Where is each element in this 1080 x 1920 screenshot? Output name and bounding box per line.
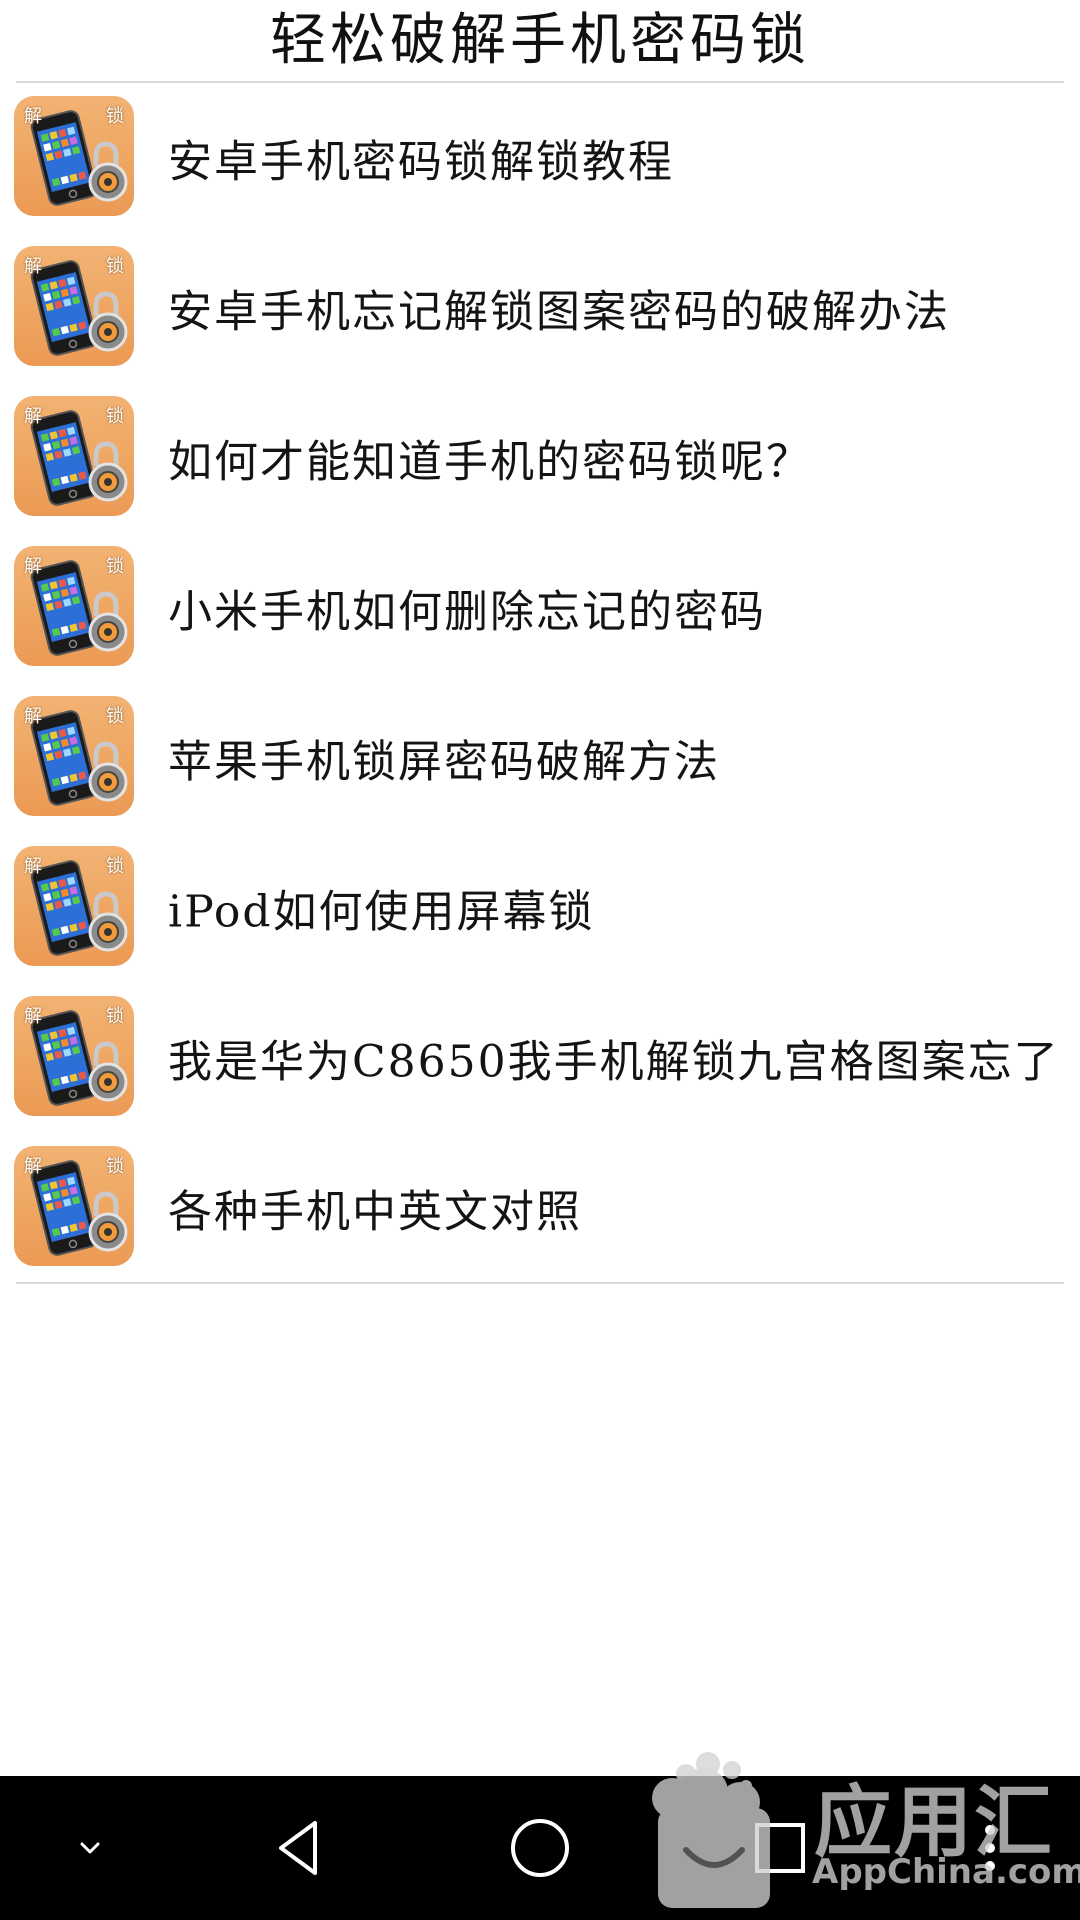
app-screen: 轻松破解手机密码锁 解锁安卓手机密码锁解锁教程解锁安卓手机忘记解锁图案密码的破解…: [0, 0, 1080, 1920]
title-bar: 轻松破解手机密码锁: [0, 0, 1080, 82]
page-title: 轻松破解手机密码锁: [270, 8, 810, 73]
unlock-app-icon: 解锁: [14, 996, 134, 1116]
icon-char-right: 锁: [106, 1006, 124, 1027]
appchina-watermark: 应用汇 AppChina.com: [636, 1740, 1080, 1920]
icon-char-left: 解: [24, 706, 42, 727]
list-item-label: 小米手机如何删除忘记的密码: [168, 586, 766, 638]
list-item[interactable]: 解锁安卓手机密码锁解锁教程: [0, 90, 1080, 240]
list-item[interactable]: 解锁安卓手机忘记解锁图案密码的破解办法: [0, 240, 1080, 390]
chevron-down-icon[interactable]: [30, 1776, 150, 1920]
unlock-app-icon: 解锁: [14, 696, 134, 816]
unlock-app-icon: 解锁: [14, 246, 134, 366]
list-item-label: iPod如何使用屏幕锁: [168, 886, 595, 938]
list-item[interactable]: 解锁苹果手机锁屏密码破解方法: [0, 690, 1080, 840]
unlock-app-icon: 解锁: [14, 1146, 134, 1266]
list-bottom-divider: [16, 1282, 1064, 1284]
list-item-label: 安卓手机忘记解锁图案密码的破解办法: [168, 286, 950, 338]
home-icon[interactable]: [480, 1776, 600, 1920]
icon-char-right: 锁: [106, 406, 124, 427]
list-item-label: 各种手机中英文对照: [168, 1186, 582, 1238]
list-item[interactable]: 解锁 iPod如何使用屏幕锁: [0, 840, 1080, 990]
list-item[interactable]: 解锁小米手机如何删除忘记的密码: [0, 540, 1080, 690]
icon-char-left: 解: [24, 1006, 42, 1027]
list-item-label: 安卓手机密码锁解锁教程: [168, 136, 674, 188]
title-divider: [16, 81, 1064, 83]
icon-char-left: 解: [24, 1156, 42, 1177]
appchina-logo-icon: [652, 1752, 770, 1908]
unlock-app-icon: 解锁: [14, 96, 134, 216]
watermark-en: AppChina.com: [812, 1852, 1080, 1892]
article-list: 解锁安卓手机密码锁解锁教程解锁安卓手机忘记解锁图案密码的破解办法解锁如何才能知道…: [0, 90, 1080, 1290]
unlock-app-icon: 解锁: [14, 396, 134, 516]
unlock-app-icon: 解锁: [14, 546, 134, 666]
icon-char-right: 锁: [106, 856, 124, 877]
icon-char-left: 解: [24, 256, 42, 277]
icon-char-right: 锁: [106, 256, 124, 277]
icon-char-right: 锁: [106, 706, 124, 727]
icon-char-left: 解: [24, 856, 42, 877]
list-item-label: 我是华为C8650我手机解锁九宫格图案忘了: [168, 1036, 1060, 1088]
icon-char-right: 锁: [106, 556, 124, 577]
icon-char-left: 解: [24, 406, 42, 427]
list-item-label: 如何才能知道手机的密码锁呢？: [168, 436, 812, 488]
icon-char-right: 锁: [106, 106, 124, 127]
unlock-app-icon: 解锁: [14, 846, 134, 966]
list-item-label: 苹果手机锁屏密码破解方法: [168, 736, 720, 788]
icon-char-left: 解: [24, 106, 42, 127]
back-icon[interactable]: [240, 1776, 360, 1920]
list-item[interactable]: 解锁我是华为C8650我手机解锁九宫格图案忘了: [0, 990, 1080, 1140]
icon-char-left: 解: [24, 556, 42, 577]
list-item[interactable]: 解锁各种手机中英文对照: [0, 1140, 1080, 1290]
icon-char-right: 锁: [106, 1156, 124, 1177]
list-item[interactable]: 解锁如何才能知道手机的密码锁呢？: [0, 390, 1080, 540]
